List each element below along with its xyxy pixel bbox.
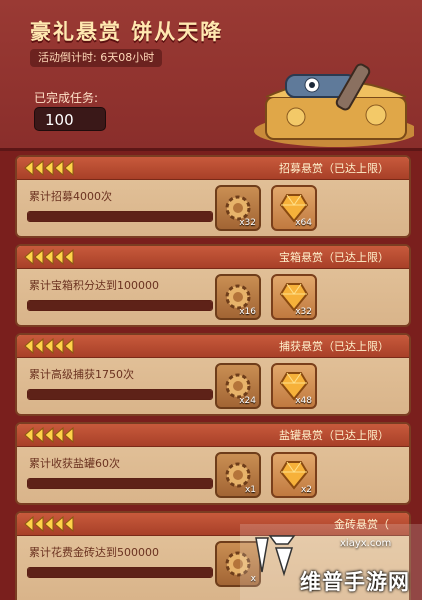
card-header: 招募悬赏（已达上限） (17, 157, 409, 180)
bounty-card-chest: 宝箱悬赏（已达上限） 累计宝箱积分达到100000 x16 x32 (15, 244, 411, 327)
card-title: 捕获悬赏（已达上限） (279, 340, 389, 353)
rank-chevron-icon (24, 159, 74, 177)
reward-quantity: x48 (295, 396, 312, 406)
completed-tasks-label: 已完成任务: (34, 91, 99, 105)
countdown-timer: 活动倒计时: 6天08小时 (30, 49, 163, 67)
card-header: 捕获悬赏（已达上限） (17, 335, 409, 358)
reward-quantity: x1 (244, 485, 256, 495)
task-description: 累计收获盐罐60次 (29, 457, 120, 470)
reward-quantity: x2 (300, 485, 312, 495)
rank-chevron-icon (24, 337, 74, 355)
task-description: 累计高级捕获1750次 (29, 368, 134, 381)
task-progress-bar (27, 211, 213, 222)
reward-gem[interactable]: x64 (271, 185, 317, 231)
bounty-card-capture: 捕获悬赏（已达上限） 累计高级捕获1750次 x24 x48 (15, 333, 411, 416)
task-progress-bar (27, 300, 213, 311)
bounty-card-salt-jar: 盐罐悬赏（已达上限） 累计收获盐罐60次 x1 x2 (15, 422, 411, 505)
task-progress-bar (27, 389, 213, 400)
task-description: 累计宝箱积分达到100000 (29, 279, 159, 292)
event-header: 豪礼悬赏 饼从天降 活动倒计时: 6天08小时 已完成任务: 100 (0, 0, 422, 151)
reward-quantity: x32 (239, 218, 256, 228)
task-description: 累计招募4000次 (29, 190, 112, 203)
watermark-url: xiayx.com (340, 538, 392, 549)
reward-gem[interactable]: x32 (271, 274, 317, 320)
bounty-card-recruit: 招募悬赏（已达上限） 累计招募4000次 x32 x64 (15, 155, 411, 238)
card-title: 盐罐悬赏（已达上限） (279, 429, 389, 442)
watermark-logo-icon (255, 535, 296, 577)
card-title: 招募悬赏（已达上限） (279, 162, 389, 175)
reward-gear[interactable]: x24 (215, 363, 261, 409)
completed-tasks-value: 100 (34, 107, 106, 131)
task-progress-bar (27, 567, 213, 578)
reward-quantity: x16 (239, 307, 256, 317)
card-header: 盐罐悬赏（已达上限） (17, 424, 409, 447)
reward-gear[interactable]: x1 (215, 452, 261, 498)
card-title: 宝箱悬赏（已达上限） (279, 251, 389, 264)
reward-quantity: x64 (295, 218, 312, 228)
rank-chevron-icon (24, 426, 74, 444)
rank-chevron-icon (24, 248, 74, 266)
reward-quantity: x24 (239, 396, 256, 406)
watermark-text: 维普手游网 (300, 570, 410, 594)
reward-quantity: x32 (295, 307, 312, 317)
treasure-chest-illustration (254, 63, 414, 147)
task-progress-bar (27, 478, 213, 489)
reward-gear[interactable]: x32 (215, 185, 261, 231)
card-header: 宝箱悬赏（已达上限） (17, 246, 409, 269)
reward-gem[interactable]: x48 (271, 363, 317, 409)
event-title: 豪礼悬赏 饼从天降 (30, 20, 224, 44)
reward-gear[interactable]: x16 (215, 274, 261, 320)
task-description: 累计花费金砖达到500000 (29, 546, 159, 559)
rank-chevron-icon (24, 515, 74, 533)
reward-gem[interactable]: x2 (271, 452, 317, 498)
